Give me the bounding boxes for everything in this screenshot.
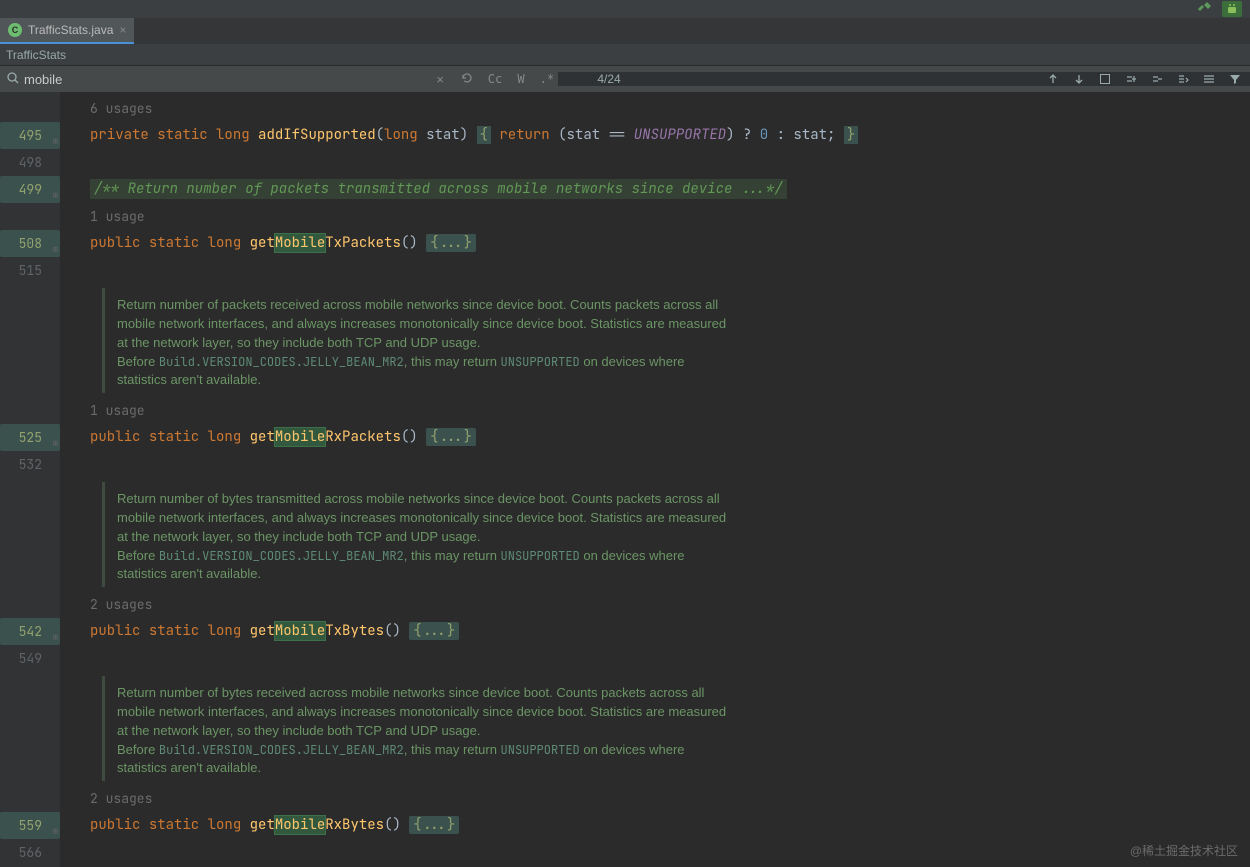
code-line[interactable]: public static long getMobileRxBytes() {.… [60, 812, 1250, 839]
filter-icon[interactable] [1226, 73, 1244, 85]
tab-trafficstats[interactable]: C TrafficStats.java × [0, 18, 134, 44]
editor-tabs: C TrafficStats.java × [0, 18, 1250, 44]
breadcrumb-item[interactable]: TrafficStats [6, 48, 66, 62]
line-number: 495 [0, 122, 60, 149]
code-line[interactable]: private static long addIfSupported(long … [60, 122, 1250, 149]
java-class-icon: C [8, 23, 22, 37]
code-content[interactable]: 6 usages private static long addIfSuppor… [60, 92, 1250, 867]
line-number: 559 [0, 812, 60, 839]
select-occurrences-icon[interactable] [1174, 73, 1192, 85]
line-number: 515 [0, 257, 60, 284]
add-selection-icon[interactable] [1122, 73, 1140, 85]
usage-hint[interactable]: 1 usage [60, 203, 1250, 230]
match-counter: 4/24 [564, 72, 654, 86]
line-number: 508 [0, 230, 60, 257]
build-icon[interactable] [1196, 1, 1212, 17]
code-line[interactable]: /** Return number of packets transmitted… [60, 176, 1250, 203]
regex-toggle[interactable]: .* [536, 72, 558, 86]
line-number: 549 [0, 645, 60, 672]
whole-word-toggle[interactable]: W [510, 72, 532, 86]
line-number: 542 [0, 618, 60, 645]
usage-hint[interactable]: 2 usages [60, 591, 1250, 618]
line-number: 566 [0, 839, 60, 866]
code-line[interactable]: public static long getMobileTxBytes() {.… [60, 618, 1250, 645]
javadoc-inline: Return number of bytes transmitted acros… [102, 482, 742, 587]
line-number: 525 [0, 424, 60, 451]
match-case-toggle[interactable]: Cc [484, 72, 506, 86]
search-icon [6, 71, 20, 88]
code-line[interactable]: public static long getMobileTxPackets() … [60, 230, 1250, 257]
watermark: @稀土掘金技术社区 [1130, 842, 1238, 859]
close-tab-icon[interactable]: × [119, 23, 126, 37]
code-line[interactable]: public static long getMobileRxPackets() … [60, 424, 1250, 451]
line-number: 498 [0, 149, 60, 176]
search-history-icon[interactable] [454, 71, 480, 88]
find-toolbar: × Cc W .* 4/24 [0, 66, 1250, 92]
settings-icon[interactable] [1200, 73, 1218, 85]
top-toolbar [0, 0, 1250, 18]
breadcrumb[interactable]: TrafficStats [0, 44, 1250, 66]
search-input[interactable] [24, 72, 426, 87]
remove-selection-icon[interactable] [1148, 73, 1166, 85]
code-editor[interactable]: 495 498 499 508 515 525 532 542 549 559 … [0, 92, 1250, 867]
usage-hint[interactable]: 2 usages [60, 785, 1250, 812]
tab-label: TrafficStats.java [28, 23, 113, 37]
run-icon[interactable] [1222, 1, 1242, 17]
select-all-icon[interactable] [1096, 73, 1114, 85]
clear-search-icon[interactable]: × [430, 72, 450, 87]
next-match-icon[interactable] [1070, 73, 1088, 85]
javadoc-inline: Return number of packets received across… [102, 288, 742, 393]
prev-match-icon[interactable] [1044, 73, 1062, 85]
line-number: 499 [0, 176, 60, 203]
javadoc-inline: Return number of bytes received across m… [102, 676, 742, 781]
usage-hint[interactable]: 1 usage [60, 397, 1250, 424]
line-gutter: 495 498 499 508 515 525 532 542 549 559 … [0, 92, 60, 867]
usage-hint[interactable]: 6 usages [60, 95, 1250, 122]
line-number: 532 [0, 451, 60, 478]
